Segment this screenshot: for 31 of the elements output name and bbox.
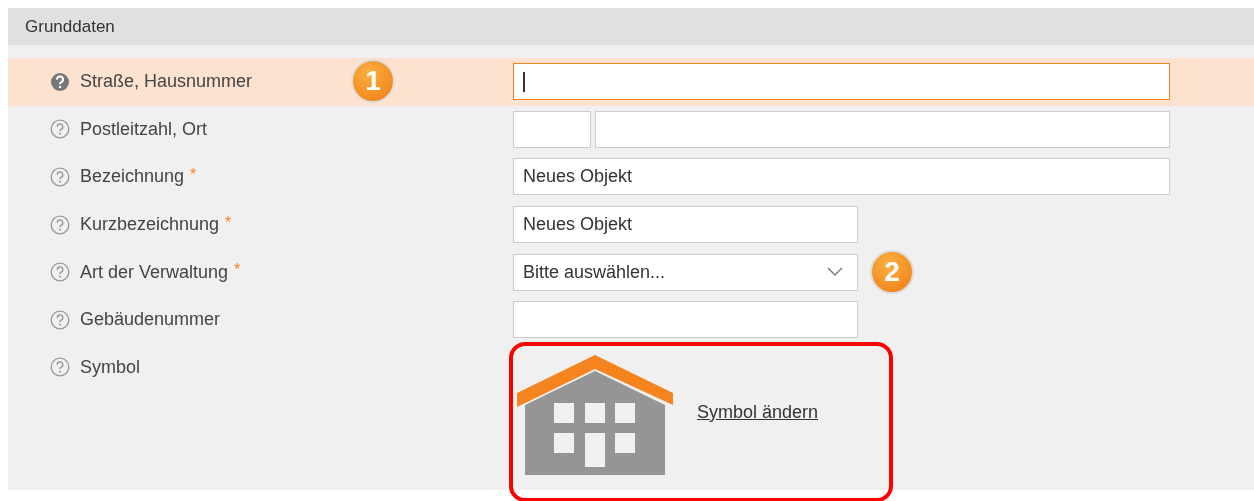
field-label: Symbol (80, 356, 141, 378)
chevron-down-icon (827, 267, 843, 278)
dropdown[interactable]: Bitte auswählen... (513, 253, 858, 291)
required-mark: * (234, 261, 241, 280)
text-field[interactable] (513, 63, 1170, 101)
help-icon[interactable] (50, 119, 70, 140)
help-icon[interactable] (50, 214, 70, 235)
text-field[interactable]: Neues Objekt (513, 158, 1170, 196)
field-label: Gebäudenummer (80, 309, 221, 331)
change-symbol-link[interactable]: Symbol ändern (697, 401, 819, 423)
field-label: Bezeichnung (80, 166, 185, 188)
section-title: Grunddaten (25, 16, 115, 37)
city-field[interactable] (595, 110, 1170, 148)
text-field[interactable]: Neues Objekt (513, 206, 858, 244)
field-label: Kurzbezeichnung (80, 214, 220, 236)
help-icon[interactable] (50, 71, 70, 92)
help-icon[interactable] (50, 262, 70, 283)
required-mark: * (225, 213, 232, 232)
required-mark: * (190, 166, 197, 185)
help-icon[interactable] (50, 309, 70, 330)
field-label: Postleitzahl, Ort (80, 118, 208, 140)
postal-code-field[interactable] (513, 110, 591, 148)
field-label: Art der Verwaltung (80, 261, 229, 283)
help-icon[interactable] (50, 167, 70, 187)
callout-badge: 1 (351, 59, 395, 103)
help-icon[interactable] (50, 357, 70, 378)
callout-badge: 2 (870, 249, 914, 294)
house-icon (517, 354, 673, 475)
field-label: Straße, Hausnummer (80, 71, 253, 93)
text-cursor (523, 72, 525, 93)
text-field[interactable] (513, 301, 858, 339)
